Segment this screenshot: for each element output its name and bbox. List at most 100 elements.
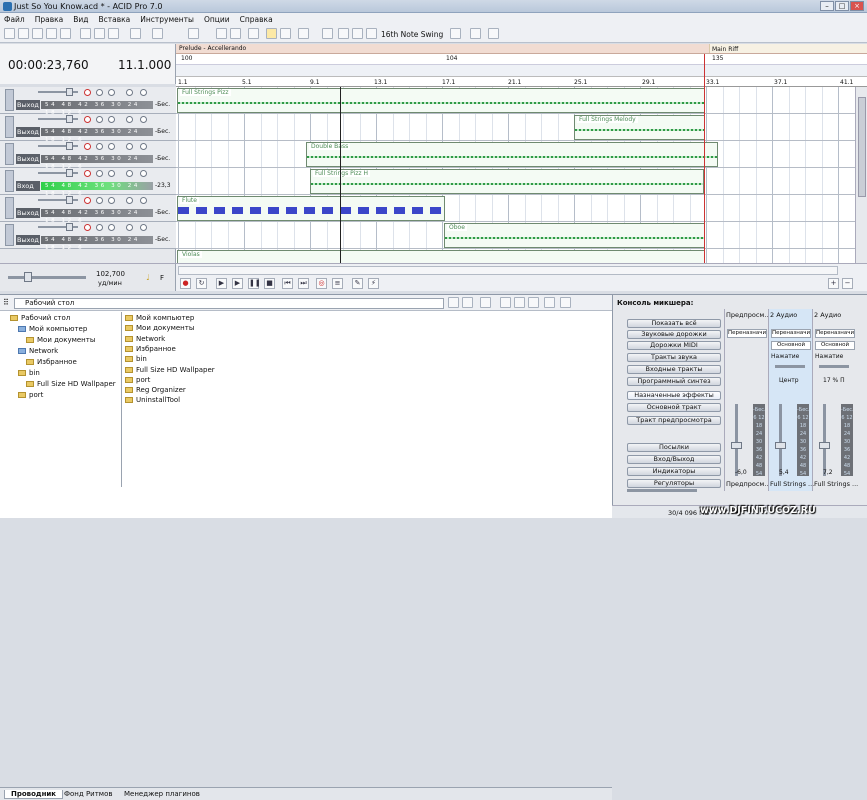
record-arm-icon[interactable] (84, 170, 91, 177)
zoom-in-icon[interactable]: + (828, 278, 839, 289)
pan-slider[interactable] (775, 365, 805, 368)
playhead-cursor[interactable] (340, 87, 341, 263)
favorites-icon[interactable] (544, 297, 555, 308)
track-color-strip[interactable] (5, 116, 14, 138)
close-button[interactable]: × (850, 1, 864, 11)
track-color-strip[interactable] (5, 89, 14, 111)
tempo-marker-1[interactable]: 100 (181, 55, 192, 62)
auto-preview-icon[interactable] (528, 297, 539, 308)
tool-a-icon[interactable]: ✎ (352, 278, 363, 289)
channel-name[interactable]: 2 Аудио (814, 311, 841, 319)
menu-options[interactable]: Опции (204, 15, 230, 24)
solo-icon[interactable] (108, 116, 115, 123)
tree-item-desktop[interactable]: Рабочий стол (10, 314, 70, 322)
track-color-strip[interactable] (5, 170, 14, 192)
loop-icon[interactable] (230, 28, 241, 39)
record-arm-icon[interactable] (84, 143, 91, 150)
record-icon[interactable]: ● (180, 278, 191, 289)
maximize-button[interactable]: □ (835, 1, 849, 11)
solo-icon[interactable] (108, 170, 115, 177)
tempo-slider-knob[interactable] (24, 272, 32, 282)
track-volume-knob[interactable] (66, 88, 73, 96)
menu-tools[interactable]: Инструменты (140, 15, 194, 24)
tool-b-icon[interactable]: ⚡ (368, 278, 379, 289)
timeline-strip[interactable] (176, 65, 867, 77)
tree-item-port[interactable]: port (18, 391, 43, 399)
mixer-view-button[interactable]: Регуляторы (627, 479, 721, 488)
track-menu-icon[interactable] (140, 116, 147, 123)
tree-item-network[interactable]: Network (18, 347, 58, 355)
audio-event[interactable]: Full Strings Pizz H (310, 169, 704, 194)
tree-item-computer[interactable]: Мой компьютер (18, 325, 87, 333)
track-io-label[interactable]: Выход (16, 127, 40, 137)
record-arm-icon[interactable] (84, 89, 91, 96)
explorer-menu-icon[interactable] (560, 297, 571, 308)
new-icon[interactable] (4, 28, 15, 39)
mixer-view-button[interactable]: Дорожки MIDI (627, 341, 721, 350)
fx-icon[interactable] (126, 143, 133, 150)
fx-icon[interactable] (126, 197, 133, 204)
solo-icon[interactable] (108, 89, 115, 96)
mixer-view-button[interactable]: Программный синтез (627, 377, 721, 386)
save-icon[interactable] (32, 28, 43, 39)
tab-explorer[interactable]: Проводник (4, 790, 64, 799)
dropdown-icon[interactable] (450, 28, 461, 39)
solo-icon[interactable] (108, 224, 115, 231)
swing-icon[interactable] (366, 28, 377, 39)
mixer-view-button[interactable]: Тракты звука (627, 353, 721, 362)
solo-icon[interactable] (108, 197, 115, 204)
menu-view[interactable]: Вид (73, 15, 88, 24)
menu-file[interactable]: Файл (4, 15, 25, 24)
tempo-slider[interactable] (8, 276, 86, 279)
mute-icon[interactable] (96, 143, 103, 150)
track-header[interactable]: Вход 54 48 42 36 30 24 18 12 6 -23,3 (0, 168, 176, 197)
swing-select[interactable]: 16th Note Swing (381, 30, 443, 39)
mute-icon[interactable] (96, 89, 103, 96)
send-mode[interactable]: Нажатие (771, 353, 799, 360)
track-volume-knob[interactable] (66, 169, 73, 177)
audio-event[interactable]: Double Bass (306, 142, 718, 167)
track-color-strip[interactable] (5, 197, 14, 219)
open-icon[interactable] (18, 28, 29, 39)
events-icon[interactable] (248, 28, 259, 39)
tree-item-bin[interactable]: bin (18, 369, 40, 377)
track-header[interactable]: Выход 54 48 42 36 30 24 18 12 6 -Бес. (0, 141, 176, 170)
track-menu-icon[interactable] (140, 170, 147, 177)
key-value[interactable]: F (160, 274, 164, 282)
play-icon[interactable]: ▶ (232, 278, 243, 289)
play-from-start-icon[interactable]: ▶ (216, 278, 227, 289)
track-io-label[interactable]: Выход (16, 235, 40, 245)
track-header[interactable]: Выход 54 48 42 36 30 24 18 12 6 -Бес. (0, 195, 176, 224)
mixer-view-button[interactable]: Основной тракт (627, 403, 721, 412)
mute-icon[interactable] (96, 224, 103, 231)
mixer-view-button[interactable]: Тракт предпросмотра (627, 416, 721, 425)
mixer-zoom-slider[interactable] (627, 489, 697, 492)
fx-icon[interactable] (126, 116, 133, 123)
erase-icon[interactable] (322, 28, 333, 39)
grid-icon[interactable] (216, 28, 227, 39)
region-prelude[interactable]: Prelude - Accellerando (179, 45, 246, 52)
preview-play-icon[interactable] (500, 297, 511, 308)
tempo-marker-2[interactable]: 104 (446, 55, 457, 62)
fx-icon[interactable] (126, 89, 133, 96)
new-folder-icon[interactable] (462, 297, 473, 308)
track-io-label[interactable]: Выход (16, 208, 40, 218)
channel-fader[interactable] (731, 442, 742, 449)
channel-name[interactable]: Предпросм... (726, 311, 771, 319)
metronome-toggle-icon[interactable]: ◎ (316, 278, 327, 289)
vertical-scrollbar[interactable] (855, 87, 867, 263)
beat-ruler[interactable]: 1.1 5.1 9.1 13.1 17.1 21.1 25.1 29.1 33.1 37.1 41.… (176, 77, 867, 87)
select-tool-icon[interactable] (280, 28, 291, 39)
file-list-item[interactable]: Reg Organizer (125, 386, 186, 394)
audio-event[interactable]: Violas (177, 250, 705, 263)
file-list-item[interactable]: Network (125, 335, 165, 343)
zoom-icon[interactable] (352, 28, 363, 39)
paste-icon[interactable] (108, 28, 119, 39)
copy-icon[interactable] (94, 28, 105, 39)
address-field[interactable]: Рабочий стол (14, 298, 444, 309)
fx-icon[interactable] (126, 224, 133, 231)
tree-item-documents[interactable]: Мои документы (26, 336, 95, 344)
track-lane[interactable] (176, 114, 855, 141)
folder-up-icon[interactable] (448, 297, 459, 308)
tree-item-wallpaper[interactable]: Full Size HD Wallpaper (26, 380, 116, 388)
